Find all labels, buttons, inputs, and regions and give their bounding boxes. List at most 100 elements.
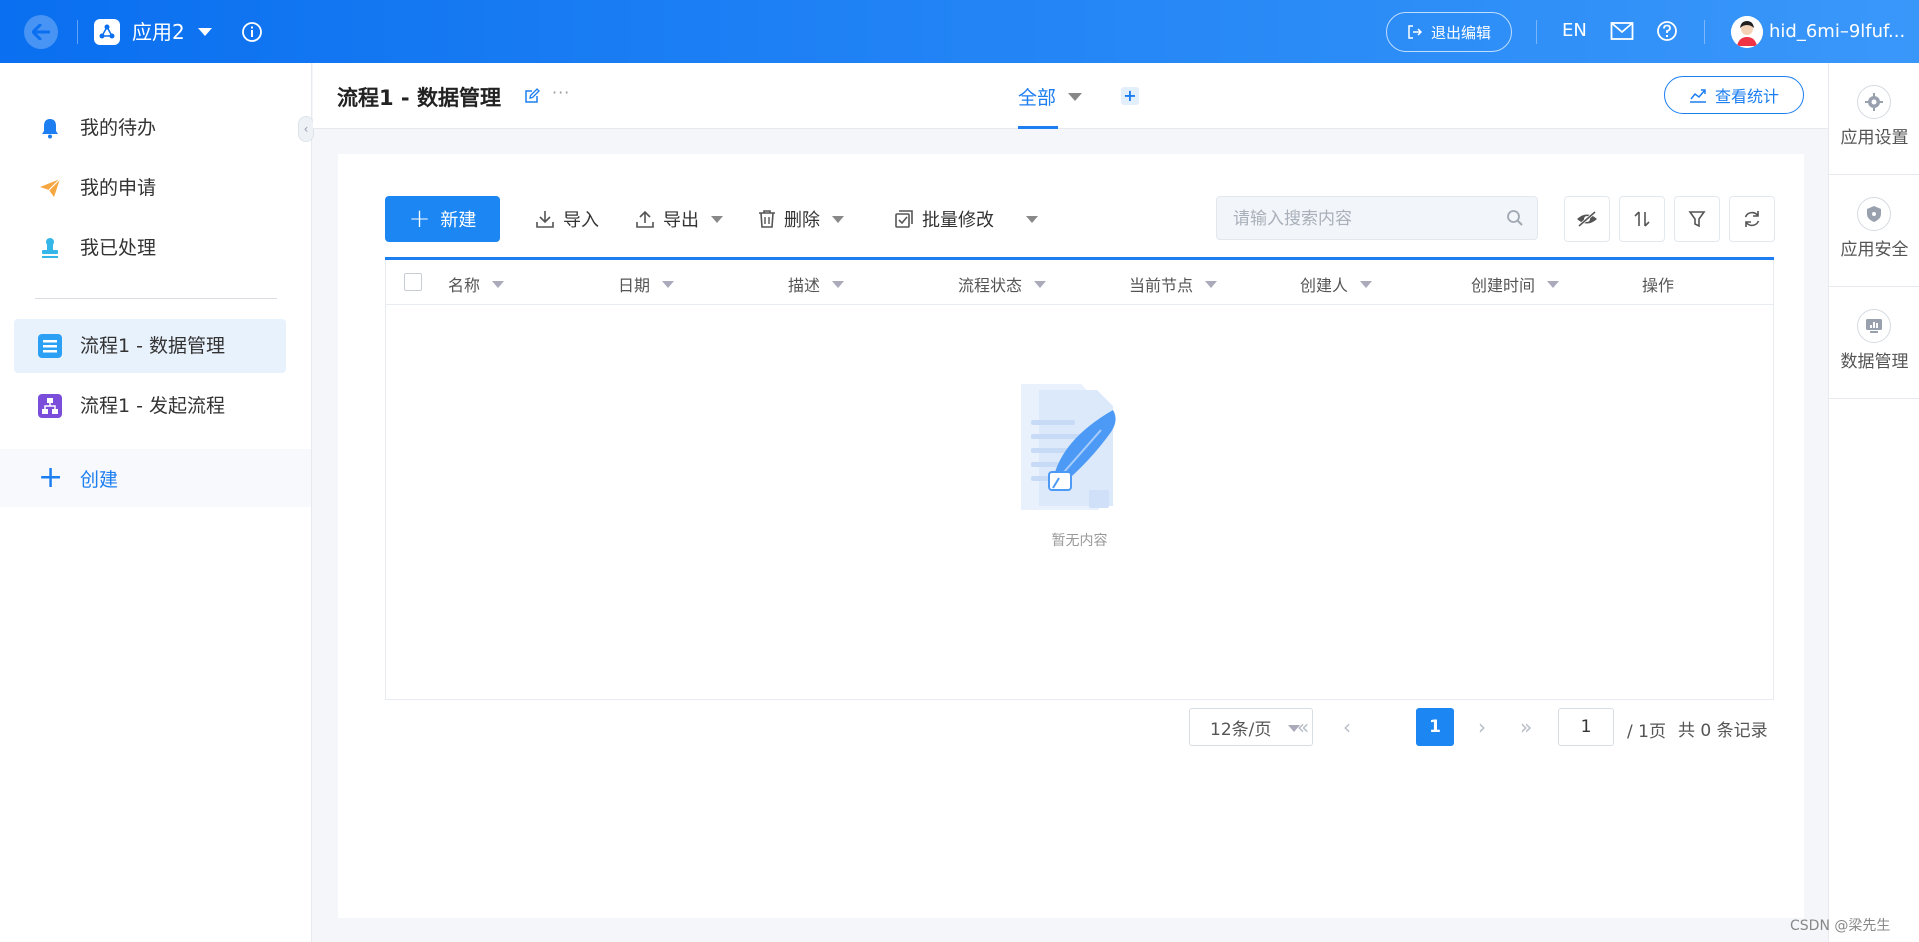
sidebar-collapse-button[interactable]: ‹ bbox=[298, 116, 314, 142]
import-button[interactable]: 导入 bbox=[535, 206, 599, 232]
chevron-down-icon bbox=[1360, 280, 1373, 288]
sidebar-item-label: 我已处理 bbox=[80, 237, 157, 259]
header-divider bbox=[77, 20, 78, 44]
rail-item-app-security[interactable]: 应用安全 bbox=[1829, 175, 1919, 287]
page-size-select[interactable]: 12条/页 bbox=[1189, 708, 1313, 746]
search-input[interactable] bbox=[1233, 207, 1493, 231]
total-pages: / 1页 bbox=[1627, 722, 1666, 742]
prev-page-icon[interactable]: ‹ bbox=[1343, 716, 1351, 738]
sidebar-item-todo[interactable]: 我的待办 bbox=[14, 101, 286, 155]
rail-item-label: 数据管理 bbox=[1840, 352, 1909, 372]
export-button[interactable]: 导出 bbox=[635, 206, 723, 232]
mail-icon[interactable] bbox=[1610, 21, 1634, 45]
column-header-created-time[interactable]: 创建时间 bbox=[1471, 272, 1560, 296]
user-name[interactable]: hid_6mi–9lfuf... bbox=[1769, 18, 1905, 46]
import-label: 导入 bbox=[563, 210, 599, 231]
column-header-current-node[interactable]: 当前节点 bbox=[1129, 272, 1218, 296]
sidebar-item-processed[interactable]: 我已处理 bbox=[14, 221, 286, 275]
app-root: 应用2 退出编辑 EN hid_6mi–9lfuf... 我的待办 我的申请 我… bbox=[0, 0, 1919, 942]
column-header-date[interactable]: 日期 bbox=[618, 272, 675, 296]
sidebar-item-my-applications[interactable]: 我的申请 bbox=[14, 161, 286, 215]
sidebar-item-label: 我的待办 bbox=[80, 117, 157, 139]
current-page-button[interactable]: 1 bbox=[1416, 708, 1454, 746]
chevron-down-icon bbox=[1034, 280, 1047, 288]
table-header: 名称 日期 描述 流程状态 当前节点 创建人 创建时间 操作 bbox=[386, 260, 1773, 305]
more-icon[interactable]: ··· bbox=[552, 83, 570, 102]
sidebar-item-start-flow[interactable]: 流程1 - 发起流程 bbox=[14, 379, 286, 433]
view-stats-button[interactable]: 查看统计 bbox=[1664, 76, 1804, 114]
edit-icon[interactable] bbox=[524, 88, 540, 108]
search-icon[interactable] bbox=[1506, 209, 1524, 231]
batch-edit-button[interactable]: 批量修改 bbox=[894, 206, 1038, 232]
delete-button[interactable]: 删除 bbox=[758, 206, 844, 232]
app-logo-icon bbox=[94, 19, 120, 45]
language-switch[interactable]: EN bbox=[1562, 20, 1587, 41]
sidebar-item-label: 流程1 - 发起流程 bbox=[80, 395, 226, 417]
eye-off-icon bbox=[1577, 210, 1597, 228]
help-icon[interactable] bbox=[1656, 20, 1678, 46]
column-header-description[interactable]: 描述 bbox=[788, 272, 845, 296]
sort-button[interactable] bbox=[1619, 196, 1665, 242]
column-visibility-button[interactable] bbox=[1564, 196, 1610, 242]
add-tab-button[interactable]: + bbox=[1121, 87, 1139, 105]
flow-chart-icon bbox=[38, 394, 62, 418]
gear-icon bbox=[1857, 85, 1891, 119]
sidebar-item-data-management[interactable]: 流程1 - 数据管理 bbox=[14, 319, 286, 373]
bell-icon bbox=[38, 116, 62, 140]
back-button[interactable] bbox=[24, 15, 58, 49]
data-monitor-icon bbox=[1857, 309, 1891, 343]
empty-state-illustration-icon bbox=[1001, 380, 1131, 519]
column-header-label: 创建时间 bbox=[1471, 276, 1536, 295]
goto-page-input[interactable]: 1 bbox=[1558, 708, 1614, 746]
data-table: 名称 日期 描述 流程状态 当前节点 创建人 创建时间 操作 暂无内容 bbox=[385, 260, 1774, 700]
rail-item-label: 应用安全 bbox=[1840, 240, 1909, 260]
tab-all[interactable]: 全部 bbox=[1018, 83, 1056, 110]
refresh-button[interactable] bbox=[1729, 196, 1775, 242]
app-name[interactable]: 应用2 bbox=[132, 18, 185, 46]
right-rail: 应用设置 应用安全 数据管理 bbox=[1828, 63, 1919, 942]
exit-edit-button[interactable]: 退出编辑 bbox=[1386, 12, 1512, 52]
column-header-name[interactable]: 名称 bbox=[448, 272, 505, 296]
chevron-left-icon: ‹ bbox=[303, 122, 309, 136]
column-header-label: 操作 bbox=[1642, 276, 1675, 295]
header-divider bbox=[1536, 20, 1537, 44]
page-title: 流程1 - 数据管理 bbox=[337, 86, 501, 110]
filter-button[interactable] bbox=[1674, 196, 1720, 242]
new-button-label: 新建 bbox=[440, 210, 477, 231]
chevron-down-icon[interactable] bbox=[198, 28, 212, 36]
rail-item-app-settings[interactable]: 应用设置 bbox=[1829, 63, 1919, 175]
batch-edit-icon bbox=[895, 210, 913, 228]
paper-plane-icon bbox=[38, 176, 62, 200]
select-all-checkbox[interactable] bbox=[404, 273, 422, 291]
chevron-down-icon[interactable] bbox=[1068, 93, 1082, 101]
plus-icon: + bbox=[38, 460, 64, 495]
chevron-down-icon bbox=[492, 280, 505, 288]
avatar[interactable] bbox=[1731, 16, 1763, 48]
sidebar-create-label: 创建 bbox=[80, 469, 119, 491]
shield-icon bbox=[1857, 197, 1891, 231]
logout-icon bbox=[1408, 25, 1423, 39]
chevron-down-icon bbox=[662, 280, 675, 288]
exit-edit-label: 退出编辑 bbox=[1430, 23, 1491, 42]
total-records: 共 0 条记录 bbox=[1678, 721, 1768, 741]
column-header-flow-status[interactable]: 流程状态 bbox=[958, 272, 1047, 296]
batch-edit-label: 批量修改 bbox=[922, 210, 994, 231]
chevron-down-icon bbox=[711, 215, 723, 223]
upload-icon bbox=[636, 210, 654, 228]
stamp-icon bbox=[38, 236, 62, 260]
info-icon[interactable] bbox=[241, 21, 263, 47]
empty-state-text: 暂无内容 bbox=[1051, 533, 1108, 549]
new-button[interactable]: + 新建 bbox=[385, 196, 500, 242]
sidebar-create-button[interactable]: + 创建 bbox=[0, 449, 311, 507]
rail-item-label: 应用设置 bbox=[1840, 128, 1909, 148]
last-page-icon[interactable]: » bbox=[1520, 716, 1532, 738]
arrow-left-icon bbox=[32, 24, 50, 40]
column-header-label: 创建人 bbox=[1300, 276, 1349, 295]
chevron-down-icon bbox=[832, 280, 845, 288]
next-page-icon[interactable]: › bbox=[1478, 716, 1486, 738]
download-icon bbox=[536, 211, 554, 228]
column-header-creator[interactable]: 创建人 bbox=[1300, 272, 1373, 296]
first-page-icon[interactable]: « bbox=[1297, 716, 1309, 738]
rail-item-data-management[interactable]: 数据管理 bbox=[1829, 287, 1919, 399]
column-header-label: 描述 bbox=[788, 276, 821, 295]
